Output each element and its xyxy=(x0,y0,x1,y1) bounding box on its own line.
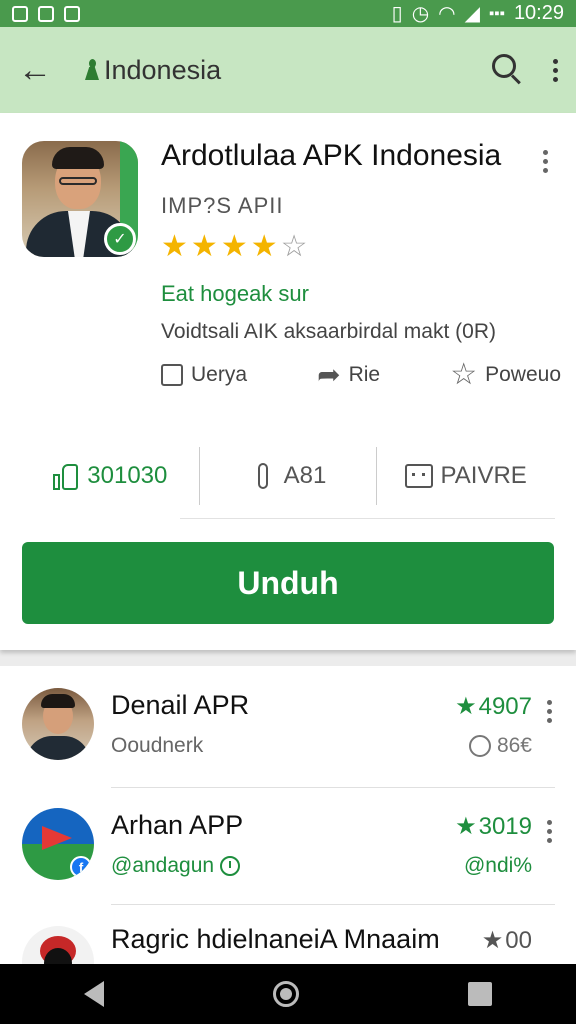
status-notifications xyxy=(12,5,80,22)
list-item-name: Denail APR xyxy=(111,690,250,720)
list-item-name: Ragric hdielnaneiA Mnaaim xyxy=(111,924,440,954)
star-filled-icon: ★ xyxy=(455,693,477,720)
list-item-rating-value: 4907 xyxy=(478,692,532,720)
star-outline-icon: ☆ xyxy=(450,357,478,391)
rate-action[interactable]: ☆ Poweuo xyxy=(450,358,561,391)
star-filled-icon: ★ xyxy=(161,230,188,263)
related-apps-list: Denail APR Ooudnerk ★ 4907 86€ f Arhan AP… xyxy=(0,666,576,998)
image-icon xyxy=(64,5,80,22)
vibrate-icon: ▯ xyxy=(391,3,403,25)
alarm-icon: ◷ xyxy=(411,3,430,25)
list-item-meta-value: 86€ xyxy=(496,734,532,757)
app-bar-title-text: Indonesia xyxy=(104,54,222,85)
stat-likes: 301030 xyxy=(22,462,199,490)
list-item-subtitle: Ooudnerk xyxy=(111,734,203,758)
star-filled-icon: ★ xyxy=(220,230,248,263)
rating-stars: ★ ★ ★ ★ ☆ xyxy=(161,232,308,262)
wifi-icon: ◠ xyxy=(438,3,456,25)
stat-content-rating-value: PAIVRE xyxy=(440,462,527,489)
share-icon: ➦ xyxy=(317,359,341,390)
more-options-icon[interactable] xyxy=(547,820,552,843)
app-icon-hair xyxy=(52,147,104,169)
list-item-name: Arhan APP xyxy=(111,810,244,840)
app-bar-title: Indonesia xyxy=(84,55,487,86)
nav-back-icon[interactable] xyxy=(84,981,105,1007)
list-item-meta-value: @ndi% xyxy=(463,854,532,877)
list-item-rating: ★ 3019 xyxy=(455,812,532,841)
more-options-icon[interactable] xyxy=(547,700,552,723)
star-outline-icon: ☆ xyxy=(280,230,308,263)
image-icon xyxy=(12,5,28,22)
android-icon xyxy=(84,59,100,81)
wishlist-icon xyxy=(161,363,183,386)
more-options-icon[interactable] xyxy=(553,58,558,82)
verified-badge-icon: ✓ xyxy=(104,223,136,255)
list-item-subtitle-text: @andagun xyxy=(111,854,215,877)
app-stats: 301030 A81 PAIVRE xyxy=(22,433,554,519)
star-filled-icon: ★ xyxy=(481,927,504,954)
map-app-icon: f xyxy=(22,808,94,880)
stat-likes-value: 301030 xyxy=(87,462,168,489)
list-item-rating: ★ 4907 xyxy=(455,692,532,721)
content-rating-icon xyxy=(404,464,433,488)
star-filled-icon: ★ xyxy=(190,230,218,263)
message-icon xyxy=(38,5,54,22)
person-avatar-icon xyxy=(22,688,94,760)
status-bar: ▯ ◷ ◠ ◢ ▪▪▪ 10:29 xyxy=(0,0,576,27)
system-nav-bar xyxy=(0,964,576,1024)
nav-home-icon[interactable] xyxy=(272,981,299,1007)
share-action[interactable]: ➦ Rie xyxy=(317,358,380,391)
list-item-meta: 86€ xyxy=(468,734,532,758)
developer-name[interactable]: IMP?S APII xyxy=(161,193,284,219)
list-item-rating-value: 3019 xyxy=(478,812,532,840)
list-item-subtitle-text: Ooudnerk xyxy=(111,734,204,757)
star-filled-icon: ★ xyxy=(250,230,278,263)
top-app-bar: ← Indonesia xyxy=(0,27,576,113)
wishlist-label: Uerya xyxy=(191,362,248,386)
stat-size: A81 xyxy=(200,462,377,490)
share-label: Rie xyxy=(348,362,381,386)
status-time: 10:29 xyxy=(513,2,564,24)
stats-divider xyxy=(180,518,555,519)
app-details-card: ✓ Ardotlulaa APK Indonesia IMP?S APII ★ … xyxy=(0,113,576,650)
app-description: Voidtsali AIK aksaarbirdal makt (0R) xyxy=(161,320,496,343)
clock-icon xyxy=(220,856,241,876)
battery-icon: ▪▪▪ xyxy=(488,5,505,22)
list-item-rating-value: 00 xyxy=(505,926,532,954)
search-icon[interactable] xyxy=(487,50,527,90)
list-item-meta: @ndi% xyxy=(464,854,532,878)
back-arrow-icon[interactable]: ← xyxy=(18,53,68,87)
list-item-subtitle: @andagun xyxy=(111,854,241,878)
stat-content-rating: PAIVRE xyxy=(377,462,554,490)
app-icon-glasses xyxy=(59,177,97,185)
screen: ▯ ◷ ◠ ◢ ▪▪▪ 10:29 ← Indonesia ✓ Ardotlul… xyxy=(0,0,576,1024)
app-title: Ardotlulaa APK Indonesia xyxy=(161,139,502,172)
wishlist-action[interactable]: Uerya xyxy=(161,358,247,391)
thumbs-up-icon xyxy=(53,462,79,490)
rate-label: Poweuo xyxy=(485,362,561,386)
app-more-options-icon[interactable] xyxy=(543,150,548,173)
app-actions: Uerya ➦ Rie ☆ Poweuo xyxy=(161,358,561,391)
list-item[interactable]: Denail APR Ooudnerk ★ 4907 86€ xyxy=(0,666,576,786)
status-system: ▯ ◷ ◠ ◢ ▪▪▪ 10:29 xyxy=(392,1,564,26)
signal-icon: ◢ xyxy=(464,3,480,25)
stat-size-value: A81 xyxy=(283,462,327,489)
nav-recents-icon[interactable] xyxy=(467,982,492,1006)
app-tagline: Eat hogeak sur xyxy=(161,281,309,306)
hand-icon xyxy=(250,462,276,490)
star-filled-icon: ★ xyxy=(455,813,477,840)
list-item[interactable]: f Arhan APP @andagun ★ 3019 @ndi% xyxy=(0,786,576,906)
smile-icon xyxy=(468,735,491,757)
list-item-rating: ★ 00 xyxy=(482,926,532,955)
install-button[interactable]: Unduh xyxy=(22,542,554,624)
